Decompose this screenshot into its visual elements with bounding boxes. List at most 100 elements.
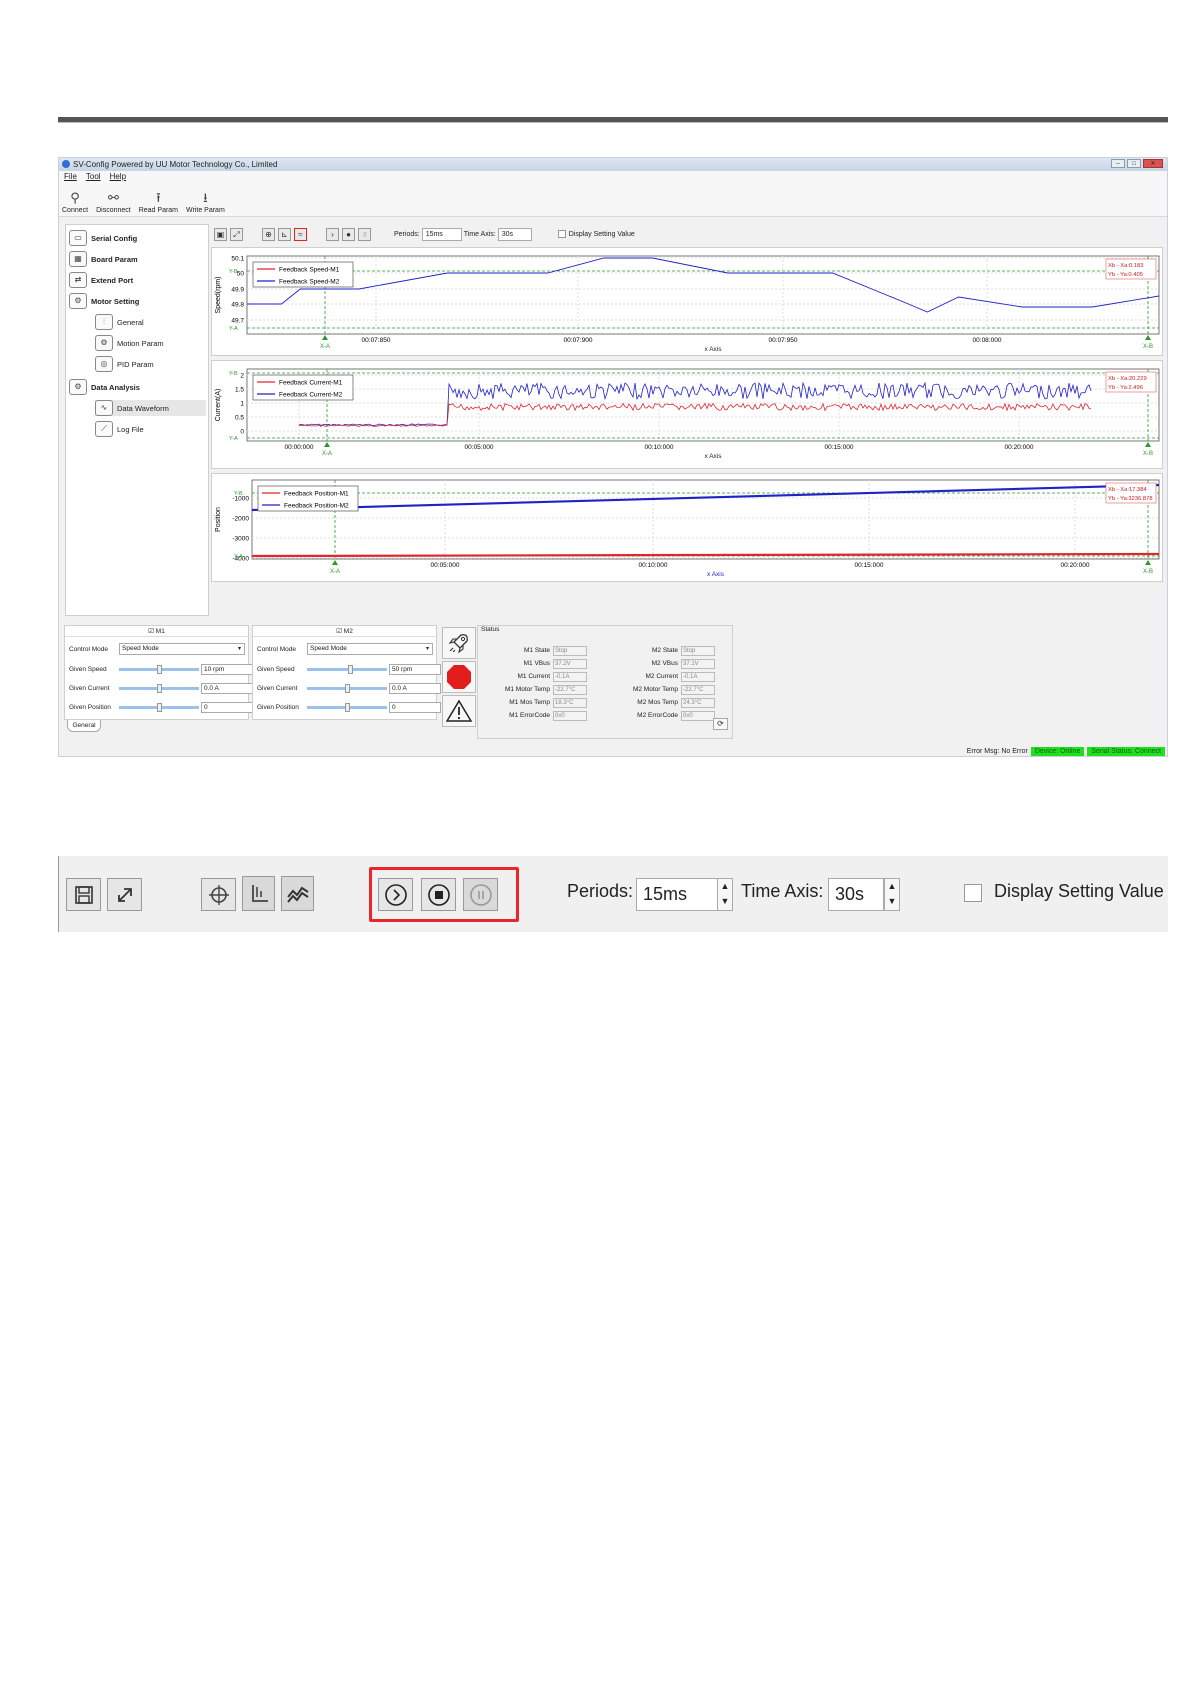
- stop-button[interactable]: [421, 878, 456, 911]
- m1-checkbox[interactable]: ☑: [148, 628, 156, 635]
- status-key: M1 ErrorCode: [509, 712, 550, 719]
- periods-input[interactable]: 15ms: [636, 878, 718, 911]
- status-value: Stop: [553, 645, 587, 656]
- y-tick-label: -2000: [232, 516, 249, 523]
- m2-given-position-input[interactable]: 0: [389, 702, 441, 713]
- m2-panel-title: M2: [343, 628, 353, 635]
- sidebar-item-board-param[interactable]: ▦ Board Param: [69, 251, 138, 267]
- expand-icon[interactable]: ⤢: [230, 227, 243, 241]
- menu-help[interactable]: Help: [110, 171, 126, 182]
- m1-panel-title: M1: [155, 628, 165, 635]
- disconnect-button[interactable]: ⚯ Disconnect: [96, 190, 131, 216]
- menu-tool[interactable]: Tool: [86, 171, 101, 182]
- menu-file[interactable]: File: [64, 171, 77, 182]
- m2-position-slider[interactable]: [307, 703, 387, 712]
- cursor-marker-x: [1145, 442, 1151, 447]
- m2-given-current-input[interactable]: 0.0 A: [389, 683, 441, 694]
- pause-button[interactable]: [463, 878, 498, 911]
- crosshair-icon[interactable]: ⊕: [262, 227, 275, 241]
- m2-position-slider-knob[interactable]: [344, 703, 350, 712]
- display-setting-checkbox[interactable]: [557, 230, 566, 238]
- m1-current-slider[interactable]: [119, 684, 199, 693]
- status-key: M2 Motor Temp: [632, 686, 678, 693]
- display-setting-checkbox[interactable]: [964, 884, 982, 902]
- waveform-toggle-button[interactable]: [281, 876, 314, 911]
- extend-port-icon: ⇄: [69, 272, 87, 288]
- m2-control-mode-select[interactable]: Speed Mode: [307, 643, 433, 655]
- tab-general[interactable]: General: [67, 720, 101, 732]
- stop-icon[interactable]: ●: [342, 227, 355, 241]
- cursor-axis-icon[interactable]: ⊾: [278, 227, 291, 241]
- m2-speed-slider[interactable]: [307, 665, 387, 674]
- status-row: M2 ErrorCode 0x0: [598, 710, 715, 721]
- m1-given-position-input[interactable]: 0: [201, 702, 253, 713]
- legend-entry: Feedback Speed-M2: [279, 279, 340, 286]
- m2-current-slider-knob[interactable]: [344, 684, 350, 693]
- sidebar-item-general[interactable]: ⫶ General: [95, 314, 144, 330]
- warning-button[interactable]: [442, 695, 476, 727]
- sidebar-item-motor-setting[interactable]: ⚙ Motor Setting: [69, 293, 139, 309]
- sidebar-item-extend-port[interactable]: ⇄ Extend Port: [69, 272, 133, 288]
- sidebar-item-motion-param[interactable]: ⚙ Motion Param: [95, 335, 164, 351]
- waveform-toggle-icon[interactable]: ≈: [294, 227, 307, 241]
- crosshair-button[interactable]: [201, 878, 236, 911]
- status-value: 37.1V: [681, 658, 715, 669]
- m1-given-current-input[interactable]: 0.0 A: [201, 683, 253, 694]
- m1-speed-slider[interactable]: [119, 665, 199, 674]
- read-param-button[interactable]: ⭱ Read Param: [139, 190, 178, 216]
- save-button[interactable]: [66, 878, 101, 911]
- time-axis-input[interactable]: 30s: [497, 227, 532, 241]
- x-tick-label: 00:20:000: [1005, 444, 1034, 451]
- y-tick-label: 50: [237, 271, 245, 278]
- status-key: M2 Current: [645, 673, 678, 680]
- sidebar-item-pid-param[interactable]: ◎ PID Param: [95, 356, 154, 372]
- cursor-label-x: X-A: [322, 451, 332, 457]
- m1-control-mode-select[interactable]: Speed Mode: [119, 643, 245, 655]
- periods-input[interactable]: 15ms: [421, 227, 462, 241]
- refresh-icon[interactable]: ⟳: [713, 718, 728, 730]
- m2-given-speed-label: Given Speed: [257, 666, 295, 673]
- disconnect-label: Disconnect: [96, 207, 131, 214]
- m2-given-current-label: Given Current: [257, 685, 298, 692]
- connect-button[interactable]: ⚲ Connect: [62, 190, 88, 216]
- expand-button[interactable]: [107, 878, 142, 911]
- y-tick-label: 50.1: [231, 256, 244, 263]
- download-icon: ⭳: [203, 190, 208, 205]
- time-axis-spinner[interactable]: ▲ ▼: [884, 878, 900, 911]
- m1-position-slider[interactable]: [119, 703, 199, 712]
- sidebar-item-log-file[interactable]: ⟋ Log File: [95, 421, 144, 437]
- m1-speed-slider-knob[interactable]: [156, 665, 162, 674]
- play-icon[interactable]: ›: [326, 227, 339, 241]
- sidebar-item-data-analysis[interactable]: ⚙ Data Analysis: [69, 379, 140, 395]
- m1-position-slider-knob[interactable]: [156, 703, 162, 712]
- m1-given-speed-input[interactable]: 10 rpm: [201, 664, 253, 675]
- motor-gear-icon: ⚙: [69, 293, 87, 309]
- time-axis-input[interactable]: 30s: [828, 878, 884, 911]
- m2-checkbox[interactable]: ☑: [336, 628, 344, 635]
- m1-current-slider-knob[interactable]: [156, 684, 162, 693]
- save-icon[interactable]: ▣: [214, 227, 227, 241]
- m2-speed-slider-knob[interactable]: [348, 665, 354, 674]
- emergency-stop-button[interactable]: [442, 661, 476, 693]
- close-button[interactable]: ✕: [1143, 159, 1163, 168]
- periods-spinner[interactable]: ▲ ▼: [717, 878, 733, 911]
- sidebar-item-serial-config[interactable]: ▭ Serial Config: [69, 230, 137, 246]
- sidebar-item-data-waveform[interactable]: ∿ Data Waveform: [95, 400, 206, 416]
- y-axis-label: Position: [215, 507, 222, 532]
- maximize-button[interactable]: □: [1127, 159, 1141, 168]
- status-value: 24.3°C: [681, 697, 715, 708]
- cursor-axis-button[interactable]: [242, 876, 275, 911]
- m2-current-slider[interactable]: [307, 684, 387, 693]
- status-value: 0x0: [553, 710, 587, 721]
- pause-icon[interactable]: ॥: [358, 227, 371, 241]
- gears-icon: ⚙: [95, 335, 113, 351]
- x-tick-label: 00:07:900: [564, 337, 593, 344]
- start-button[interactable]: [442, 627, 476, 659]
- m2-given-speed-input[interactable]: 50 rpm: [389, 664, 441, 675]
- minimize-button[interactable]: –: [1111, 159, 1125, 168]
- write-param-button[interactable]: ⭳ Write Param: [186, 190, 225, 216]
- play-button[interactable]: [378, 878, 413, 911]
- display-setting-label: Display Setting Value: [994, 881, 1164, 901]
- cursor-label-y: Y-B: [234, 491, 243, 497]
- chip-icon: ▦: [69, 251, 87, 267]
